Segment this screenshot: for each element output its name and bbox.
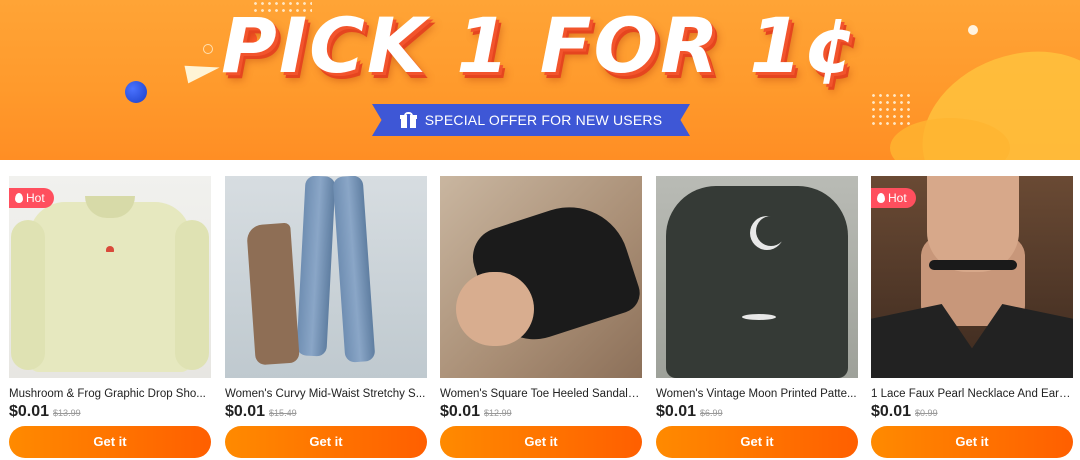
price-row: $0.01 $13.99 [9,403,81,423]
product-card[interactable]: Hot Mushroom & Frog Graphic Drop Sho... … [9,176,211,460]
sale-price: $0.01 [440,403,481,420]
product-grid: Hot Mushroom & Frog Graphic Drop Sho... … [0,160,1080,460]
get-it-button[interactable]: Get it [871,426,1073,458]
sale-price: $0.01 [225,403,266,420]
product-image[interactable]: Hot [871,176,1073,378]
hot-badge: Hot [871,188,916,208]
gift-icon [399,112,417,128]
get-it-button[interactable]: Get it [225,426,427,458]
price-row: $0.01 $15.49 [225,403,297,423]
original-price: $13.99 [53,408,81,418]
hot-badge-label: Hot [888,191,907,205]
banner-headline: PICK 1 FOR 1¢ [221,1,859,90]
product-title[interactable]: Women's Square Toe Heeled Sandal C... [440,388,642,400]
product-card[interactable]: Women's Square Toe Heeled Sandal C... $0… [440,176,642,460]
sale-price: $0.01 [871,403,912,420]
promo-banner: PICK 1 FOR 1¢ SPECIAL OFFER FOR NEW USER… [0,0,1080,160]
product-card[interactable]: Hot 1 Lace Faux Pearl Necklace And Earri… [871,176,1073,460]
original-price: $6.99 [700,408,723,418]
flame-icon [877,193,885,203]
special-offer-ribbon: SPECIAL OFFER FOR NEW USERS [372,104,690,136]
product-title[interactable]: Mushroom & Frog Graphic Drop Sho... [9,388,211,400]
product-title[interactable]: Women's Vintage Moon Printed Patte... [656,388,858,400]
product-title[interactable]: 1 Lace Faux Pearl Necklace And Earrin... [871,388,1073,400]
product-image[interactable]: Hot [9,176,211,378]
get-it-button[interactable]: Get it [440,426,642,458]
original-price: $15.49 [269,408,297,418]
get-it-button[interactable]: Get it [656,426,858,458]
product-card[interactable]: Women's Vintage Moon Printed Patte... $0… [656,176,858,460]
flame-icon [15,193,23,203]
original-price: $0.99 [915,408,938,418]
price-row: $0.01 $12.99 [440,403,512,423]
product-title[interactable]: Women's Curvy Mid-Waist Stretchy S... [225,388,427,400]
product-image[interactable] [440,176,642,378]
product-image[interactable] [656,176,858,378]
sale-price: $0.01 [656,403,697,420]
sale-price: $0.01 [9,403,50,420]
product-card[interactable]: Women's Curvy Mid-Waist Stretchy S... $0… [225,176,427,460]
dot-pattern-decoration [870,92,912,128]
hot-badge: Hot [9,188,54,208]
product-image[interactable] [225,176,427,378]
ribbon-label: SPECIAL OFFER FOR NEW USERS [424,112,663,128]
hot-badge-label: Hot [26,191,45,205]
price-row: $0.01 $0.99 [871,403,938,423]
original-price: $12.99 [484,408,512,418]
get-it-button[interactable]: Get it [9,426,211,458]
price-row: $0.01 $6.99 [656,403,723,423]
